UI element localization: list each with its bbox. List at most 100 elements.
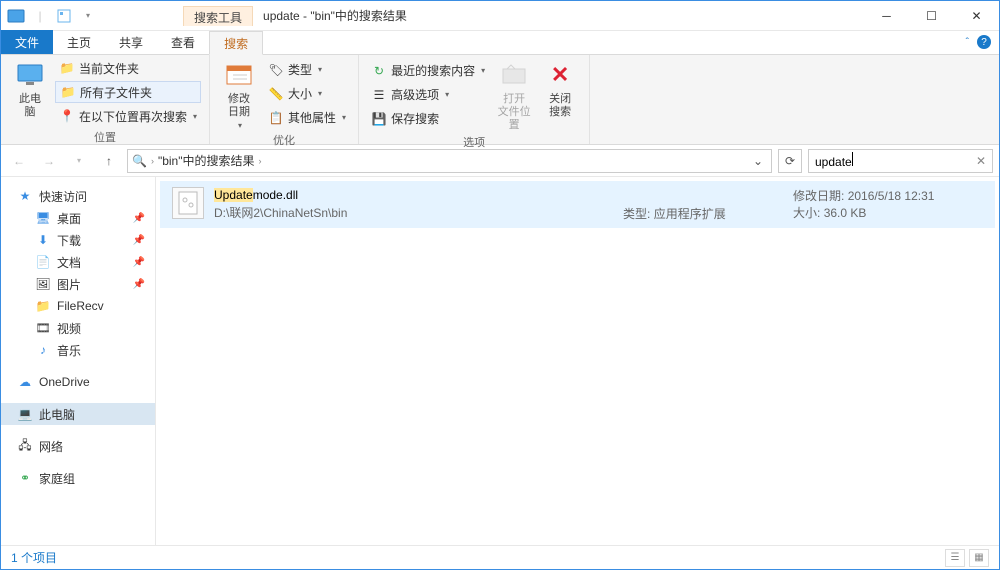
sidebar-homegroup[interactable]: ⚭家庭组	[1, 467, 155, 489]
chevron-down-icon: ▾	[318, 89, 322, 98]
advanced-options-button[interactable]: ☰高级选项▾	[367, 84, 489, 106]
refresh-button[interactable]: ⟳	[778, 149, 802, 173]
close-button[interactable]: ✕	[954, 1, 999, 30]
tab-view[interactable]: 查看	[157, 30, 209, 54]
sidebar-label: FileRecv	[57, 299, 104, 313]
this-pc-button[interactable]: 此电 脑	[9, 57, 51, 127]
address-dropdown-icon[interactable]: ⌄	[749, 154, 767, 168]
document-icon: 📄	[35, 254, 51, 270]
ribbon-group-options: ↻最近的搜索内容▾ ☰高级选项▾ 💾保存搜索 打开 文件位置 ✕ 关闭 搜索 选…	[359, 55, 590, 144]
result-path: D:\联网2\ChinaNetSn\bin	[214, 204, 613, 221]
search-input[interactable]: update ✕	[808, 149, 993, 173]
properties-icon[interactable]	[53, 5, 75, 27]
other-label: 其他属性	[288, 109, 336, 126]
sidebar-item-videos[interactable]: 🎞视频	[1, 317, 155, 339]
menu-icon: ☰	[371, 87, 387, 103]
other-props-button[interactable]: 📋其他属性▾	[264, 107, 350, 129]
group-label-location: 位置	[9, 127, 201, 147]
current-folder-label: 当前文件夹	[79, 60, 139, 77]
search-result-row[interactable]: Updatemode.dll D:\联网2\ChinaNetSn\bin 类型:…	[160, 181, 995, 228]
pin-icon: 📌	[133, 213, 145, 224]
chevron-down-icon: ▾	[445, 90, 449, 99]
sidebar-label: 图片	[57, 276, 81, 293]
sidebar-item-pictures[interactable]: 🖼图片📌	[1, 273, 155, 295]
sidebar-item-documents[interactable]: 📄文档📌	[1, 251, 155, 273]
contextual-tab-label: 搜索工具	[183, 6, 253, 26]
date-label: 修改 日期	[228, 93, 250, 119]
sidebar-onedrive[interactable]: ☁OneDrive	[1, 371, 155, 393]
tab-share[interactable]: 共享	[105, 30, 157, 54]
open-folder-icon	[498, 59, 530, 91]
view-details-button[interactable]: ☰	[945, 549, 965, 567]
desktop-icon: 🖥	[35, 210, 51, 226]
calendar-icon	[223, 59, 255, 91]
dropdown-icon[interactable]: ▾	[77, 5, 99, 27]
crumb-sep-icon: ›	[151, 156, 154, 166]
sidebar-label: 此电脑	[39, 406, 75, 423]
open-location-button: 打开 文件位置	[493, 57, 535, 132]
sidebar-item-filerecv[interactable]: 📁 FileRecv	[1, 295, 155, 317]
forward-button[interactable]: →	[37, 149, 61, 173]
save-search-button[interactable]: 💾保存搜索	[367, 108, 489, 130]
all-subfolders-button[interactable]: 📁所有子文件夹	[55, 81, 201, 103]
result-type: 类型: 应用程序扩展	[623, 187, 783, 222]
search-value: update	[815, 155, 852, 169]
sidebar-item-music[interactable]: ♪音乐	[1, 339, 155, 361]
item-count: 1 个项目	[11, 549, 57, 566]
pin-icon: 📌	[133, 235, 145, 246]
history-dropdown[interactable]: ▾	[67, 149, 91, 173]
view-icons-button[interactable]: ▦	[969, 549, 989, 567]
crumb-sep-icon: ›	[259, 156, 262, 166]
up-button[interactable]: ↑	[97, 149, 121, 173]
address-bar[interactable]: 🔍 › "bin"中的搜索结果 › ⌄	[127, 149, 772, 173]
clear-search-icon[interactable]: ✕	[976, 154, 986, 168]
tab-search[interactable]: 搜索	[209, 31, 263, 55]
ribbon-tabs: 文件 主页 共享 查看 搜索 ˆ ?	[1, 31, 999, 55]
chevron-down-icon: ▾	[342, 113, 346, 122]
location-icon: 📍	[59, 108, 75, 124]
maximize-button[interactable]: ☐	[909, 1, 954, 30]
help-icon[interactable]: ?	[977, 35, 991, 49]
minimize-button[interactable]: ─	[864, 1, 909, 30]
folder-icon: 📁	[59, 60, 75, 76]
qat-sep: |	[29, 5, 51, 27]
tab-file[interactable]: 文件	[1, 30, 53, 54]
results-pane: Updatemode.dll D:\联网2\ChinaNetSn\bin 类型:…	[156, 177, 999, 545]
navigation-pane: ★快速访问 🖥桌面📌 ⬇下载📌 📄文档📌 🖼图片📌 📁FileRecv 🎞视频 …	[1, 177, 156, 545]
sidebar-label: 家庭组	[39, 470, 75, 487]
size-button[interactable]: 📏大小▾	[264, 83, 350, 105]
monitor-icon	[14, 59, 46, 91]
video-icon: 🎞	[35, 320, 51, 336]
folder-tree-icon: 📁	[60, 84, 76, 100]
sidebar-item-downloads[interactable]: ⬇下载📌	[1, 229, 155, 251]
folder-icon: 📁	[35, 298, 51, 314]
window-title: update - "bin"中的搜索结果	[253, 7, 417, 24]
ribbon-group-location: 此电 脑 📁当前文件夹 📁所有子文件夹 📍在以下位置再次搜索▾ 位置	[1, 55, 210, 144]
status-bar: 1 个项目 ☰ ▦	[1, 545, 999, 569]
sidebar-quick-access[interactable]: ★快速访问	[1, 185, 155, 207]
date-modified-button[interactable]: 修改 日期 ▾	[218, 57, 260, 130]
sidebar-label: OneDrive	[39, 375, 90, 389]
network-icon: 🖧	[17, 438, 33, 454]
download-icon: ⬇	[35, 232, 51, 248]
kind-button[interactable]: 🏷类型▾	[264, 59, 350, 81]
tab-home[interactable]: 主页	[53, 30, 105, 54]
recent-searches-button[interactable]: ↻最近的搜索内容▾	[367, 60, 489, 82]
back-button[interactable]: ←	[7, 149, 31, 173]
sidebar-this-pc[interactable]: 💻此电脑	[1, 403, 155, 425]
pin-icon: 📌	[133, 279, 145, 290]
result-size: 大小: 36.0 KB	[793, 204, 983, 221]
search-again-button[interactable]: 📍在以下位置再次搜索▾	[55, 105, 201, 127]
address-bar-row: ← → ▾ ↑ 🔍 › "bin"中的搜索结果 › ⌄ ⟳ update ✕	[1, 145, 999, 177]
breadcrumb[interactable]: "bin"中的搜索结果	[158, 152, 255, 169]
chevron-down-icon: ▾	[318, 65, 322, 74]
sidebar-network[interactable]: 🖧网络	[1, 435, 155, 457]
collapse-ribbon-icon[interactable]: ˆ	[966, 37, 969, 48]
result-filename: Updatemode.dll	[214, 187, 613, 202]
sidebar-label: 音乐	[57, 342, 81, 359]
current-folder-button[interactable]: 📁当前文件夹	[55, 57, 201, 79]
sidebar-label: 文档	[57, 254, 81, 271]
close-search-button[interactable]: ✕ 关闭 搜索	[539, 57, 581, 132]
result-date: 修改日期: 2016/5/18 12:31	[793, 187, 983, 204]
sidebar-item-desktop[interactable]: 🖥桌面📌	[1, 207, 155, 229]
